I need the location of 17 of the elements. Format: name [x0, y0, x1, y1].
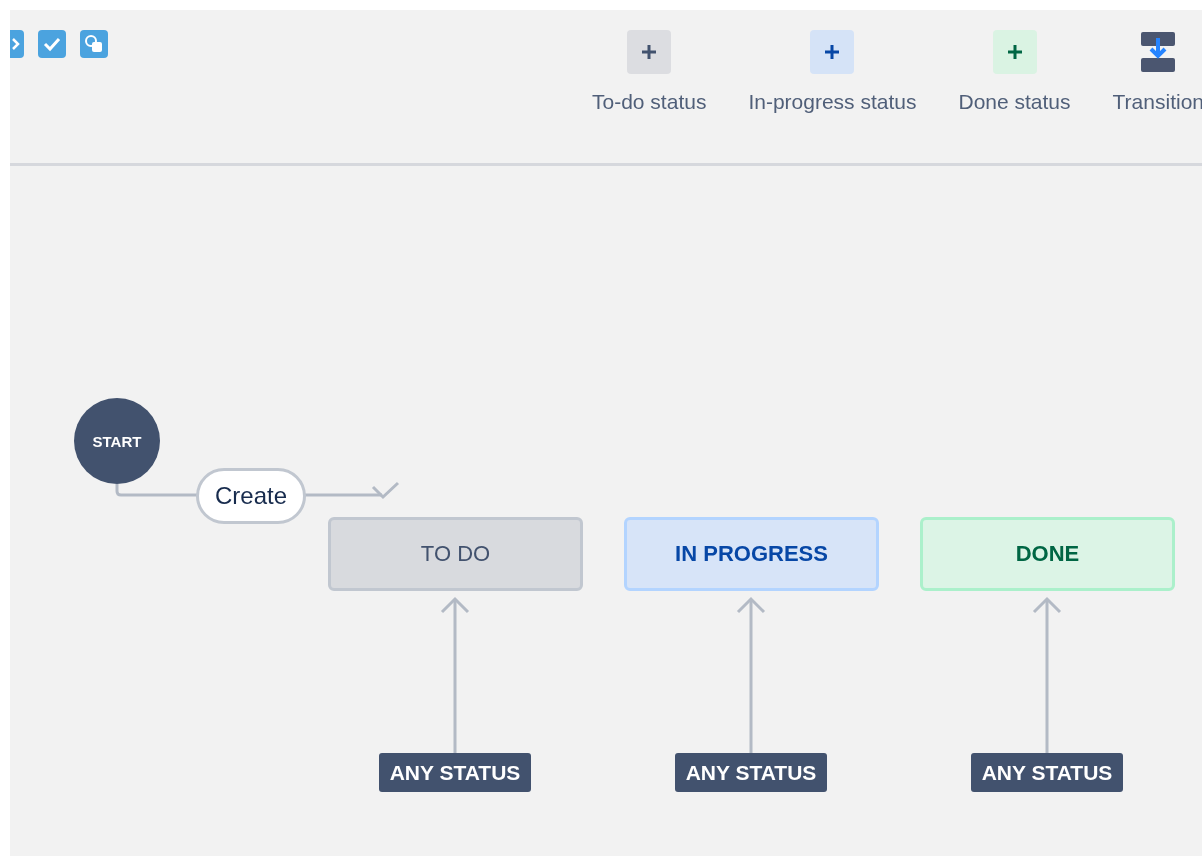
any-status-tag[interactable]: ANY STATUS — [675, 753, 827, 792]
shapes-icon[interactable] — [80, 30, 108, 58]
plus-icon — [627, 30, 672, 74]
status-node[interactable]: TO DO — [328, 517, 583, 591]
checkmark-icon[interactable] — [38, 30, 66, 58]
add-status-button[interactable]: To-do status — [592, 30, 707, 114]
transition-label[interactable]: Create — [196, 468, 306, 524]
any-status-tag[interactable]: ANY STATUS — [379, 753, 531, 792]
add-status-button[interactable]: Done status — [958, 30, 1071, 114]
add-status-button[interactable]: In-progress status — [748, 30, 917, 114]
status-node[interactable]: IN PROGRESS — [624, 517, 879, 591]
plus-icon — [992, 30, 1037, 74]
start-node: START — [74, 398, 160, 484]
any-status-tag[interactable]: ANY STATUS — [971, 753, 1123, 792]
status-node[interactable]: DONE — [920, 517, 1175, 591]
plus-icon — [810, 30, 855, 74]
add-transition-button[interactable]: Transition — [1112, 30, 1202, 114]
